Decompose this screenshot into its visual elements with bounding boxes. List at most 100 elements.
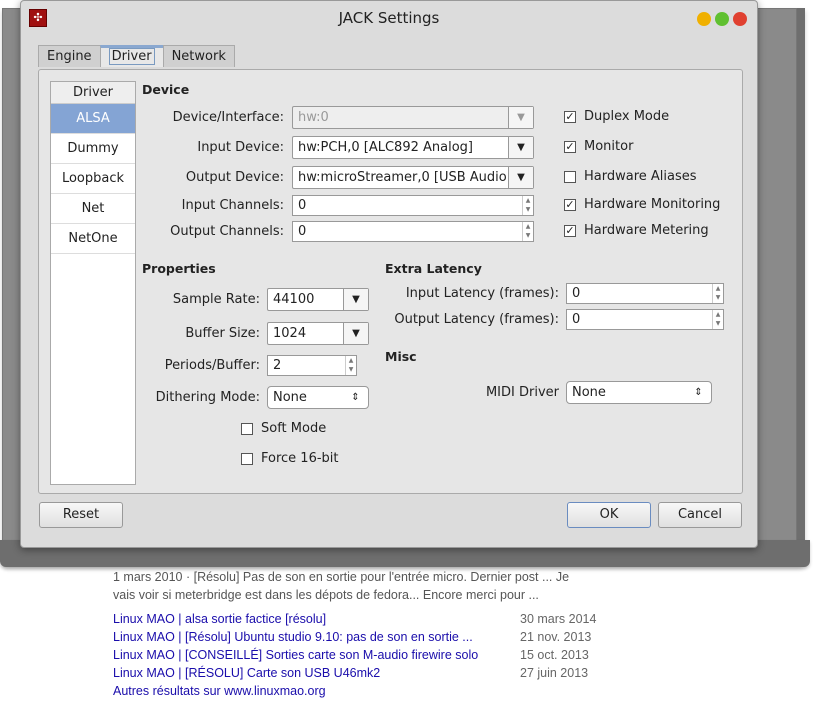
result-link[interactable]: Linux MAO | alsa sortie factice [résolu] [113,612,326,626]
spin-arrows-icon[interactable]: ▲ ▼ [345,356,356,375]
driver-item-net[interactable]: Net [51,194,135,224]
checkbox-checked-icon: ✓ [564,197,576,211]
checkbox-unchecked-icon [564,170,576,183]
monitor-checkbox[interactable]: ✓ Monitor [564,139,633,154]
misc-heading: Misc [385,349,417,364]
midi-driver-value: None [572,385,606,400]
hardware-monitoring-checkbox[interactable]: ✓ Hardware Monitoring [564,197,720,212]
spin-arrows-icon[interactable]: ▲ ▼ [712,310,723,329]
hardware-aliases-label: Hardware Aliases [584,169,697,184]
spin-arrows-icon[interactable]: ▲ ▼ [522,222,533,241]
result-row[interactable]: Linux MAO | [CONSEILLÉ] Sorties carte so… [113,648,613,662]
sample-rate-value: 44100 [273,292,315,307]
checkbox-unchecked-icon [241,422,253,435]
force-16bit-checkbox[interactable]: Force 16-bit [241,451,339,466]
title-bar[interactable]: ✣ JACK Settings [21,1,757,35]
input-latency-value: 0 [572,286,581,301]
buffer-size-combo[interactable]: 1024 ▼ [267,322,369,345]
driver-panel: Driver ALSA Dummy Loopback Net NetOne De… [38,69,743,494]
tab-driver-label: Driver [108,48,155,65]
result-date: 21 nov. 2013 [520,630,592,644]
driver-item-alsa[interactable]: ALSA [51,104,135,134]
spin-arrows-icon[interactable]: ▲ ▼ [522,196,533,215]
input-device-label: Input Device: [197,140,284,155]
snippet-line: 1 mars 2010 · [Résolu] Pas de son en sor… [113,570,570,584]
more-results-link[interactable]: Autres résultats sur www.linuxmao.org [113,684,326,698]
device-interface-combo: hw:0 ▼ [292,106,534,129]
ok-button[interactable]: OK [567,502,651,528]
window-title: JACK Settings [338,9,440,27]
dithering-label: Dithering Mode: [155,390,260,405]
soft-mode-label: Soft Mode [261,421,327,436]
chevron-down-icon: ▼ [343,323,368,344]
driver-list-header: Driver [51,82,135,104]
tab-network[interactable]: Network [162,45,235,67]
output-channels-spinbox[interactable]: 0 ▲ ▼ [292,221,534,242]
properties-heading: Properties [142,261,216,276]
extra-latency-heading: Extra Latency [385,261,482,276]
device-interface-label: Device/Interface: [172,110,284,125]
checkbox-unchecked-icon [241,452,253,465]
result-link[interactable]: Linux MAO | [Résolu] Ubuntu studio 9.10:… [113,630,473,644]
reset-button[interactable]: Reset [39,502,123,528]
driver-item-netone[interactable]: NetOne [51,224,135,254]
updown-icon: ⇕ [351,392,360,403]
midi-driver-label: MIDI Driver [485,385,559,400]
output-latency-value: 0 [572,312,581,327]
result-row[interactable]: Linux MAO | alsa sortie factice [résolu]… [113,612,613,626]
midi-driver-combo[interactable]: None ⇕ [566,381,712,404]
input-latency-spinbox[interactable]: 0 ▲ ▼ [566,283,724,304]
dithering-value: None [273,390,307,405]
duplex-mode-label: Duplex Mode [584,109,670,124]
hardware-metering-label: Hardware Metering [584,223,709,238]
input-channels-value: 0 [298,198,307,213]
close-button[interactable] [733,12,747,26]
hardware-aliases-checkbox[interactable]: Hardware Aliases [564,169,697,184]
hardware-monitoring-label: Hardware Monitoring [584,197,721,212]
updown-icon: ⇕ [694,387,703,398]
output-device-combo[interactable]: hw:microStreamer,0 [USB Audio] ▼ [292,166,534,189]
sample-rate-label: Sample Rate: [172,292,260,307]
buffer-size-value: 1024 [273,326,307,341]
driver-item-dummy[interactable]: Dummy [51,134,135,164]
checkbox-checked-icon: ✓ [564,139,576,153]
output-device-value: hw:microStreamer,0 [USB Audio] [298,170,512,185]
maximize-button[interactable] [715,12,729,26]
output-latency-label: Output Latency (frames): [394,312,559,327]
result-link[interactable]: Linux MAO | [CONSEILLÉ] Sorties carte so… [113,648,478,662]
device-heading: Device [142,82,190,97]
input-channels-spinbox[interactable]: 0 ▲ ▼ [292,195,534,216]
output-device-label: Output Device: [185,170,284,185]
input-channels-label: Input Channels: [181,198,284,213]
result-row[interactable]: Linux MAO | [RÉSOLU] Carte son USB U46mk… [113,666,613,680]
checkbox-checked-icon: ✓ [564,223,576,237]
minimize-button[interactable] [697,12,711,26]
result-link[interactable]: Linux MAO | [RÉSOLU] Carte son USB U46mk… [113,666,380,680]
sample-rate-combo[interactable]: 44100 ▼ [267,288,369,311]
hardware-metering-checkbox[interactable]: ✓ Hardware Metering [564,223,709,238]
dithering-combo[interactable]: None ⇕ [267,386,369,409]
tab-engine[interactable]: Engine [38,45,101,67]
input-device-combo[interactable]: hw:PCH,0 [ALC892 Analog] ▼ [292,136,534,159]
periods-label: Periods/Buffer: [164,358,260,373]
periods-spinbox[interactable]: 2 ▲ ▼ [267,355,357,376]
driver-item-loopback[interactable]: Loopback [51,164,135,194]
output-channels-label: Output Channels: [170,224,284,239]
tab-driver[interactable]: Driver [99,45,164,67]
result-date: 27 juin 2013 [520,666,589,680]
periods-value: 2 [273,358,282,373]
buffer-size-label: Buffer Size: [185,326,260,341]
cancel-button[interactable]: Cancel [658,502,742,528]
chevron-down-icon: ▼ [508,107,533,128]
output-latency-spinbox[interactable]: 0 ▲ ▼ [566,309,724,330]
duplex-mode-checkbox[interactable]: ✓ Duplex Mode [564,109,669,124]
soft-mode-checkbox[interactable]: Soft Mode [241,421,326,436]
input-device-value: hw:PCH,0 [ALC892 Analog] [298,140,473,155]
result-row[interactable]: Linux MAO | [Résolu] Ubuntu studio 9.10:… [113,630,613,644]
driver-list[interactable]: Driver ALSA Dummy Loopback Net NetOne [50,81,136,485]
result-date: 15 oct. 2013 [520,648,589,662]
snippet-line: vais voir si meterbridge est dans les dé… [113,588,539,602]
result-date: 30 mars 2014 [520,612,597,626]
spin-arrows-icon[interactable]: ▲ ▼ [712,284,723,303]
force-16bit-label: Force 16-bit [261,451,339,466]
